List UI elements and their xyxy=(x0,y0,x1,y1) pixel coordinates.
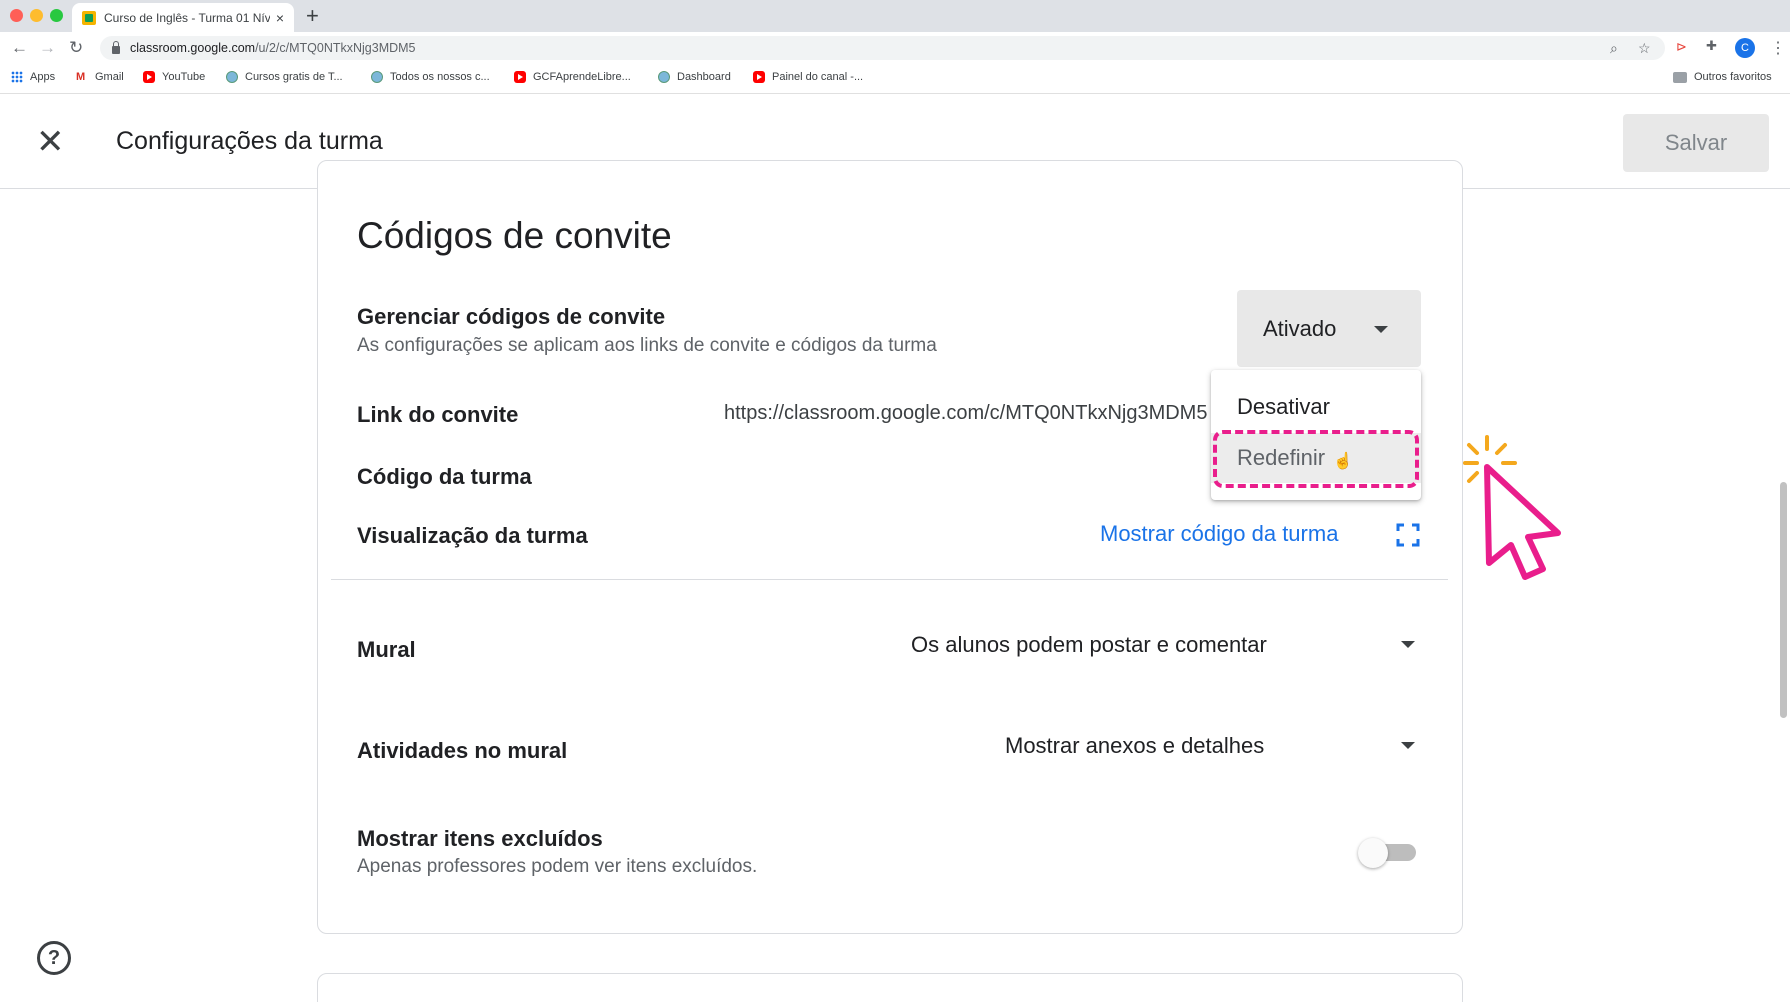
globe-icon xyxy=(371,71,383,83)
activities-label: Atividades no mural xyxy=(357,738,568,763)
forward-button[interactable]: → xyxy=(39,37,56,59)
zoom-icon[interactable]: ⌕ xyxy=(1610,40,1618,57)
bookmark-dashboard[interactable]: Dashboard xyxy=(658,71,731,83)
youtube-icon xyxy=(753,71,765,83)
manage-codes-label: Gerenciar códigos de convite xyxy=(357,304,666,329)
hand-pointer-icon: ☝ xyxy=(1333,453,1353,470)
bookmark-gmail[interactable]: M Gmail xyxy=(76,71,124,83)
deleted-items-label: Mostrar itens excluídos xyxy=(357,826,603,851)
section-title-invite-codes: Códigos de convite xyxy=(357,215,672,256)
browser-toolbar: ← → ↻ classroom.google.com/u/2/c/MTQ0NTk… xyxy=(0,32,1790,64)
activities-select[interactable]: Mostrar anexos e detalhes xyxy=(1005,733,1264,759)
bookmark-youtube[interactable]: YouTube xyxy=(143,71,205,83)
cursor-arrow-icon xyxy=(1463,435,1561,580)
globe-icon xyxy=(226,71,238,83)
deleted-items-toggle[interactable] xyxy=(1358,838,1422,868)
apps-grid-icon xyxy=(11,71,23,83)
fullscreen-icon[interactable] xyxy=(1396,523,1420,547)
toggle-thumb xyxy=(1358,838,1388,868)
browser-tab-bar: Curso de Inglês - Turma 01 Nív × + xyxy=(0,0,1790,32)
new-tab-button[interactable]: + xyxy=(306,3,319,29)
chevron-down-icon[interactable] xyxy=(1401,742,1415,749)
bookmark-painel-canal[interactable]: Painel do canal -... xyxy=(753,71,863,83)
window-close-button[interactable] xyxy=(10,9,23,22)
back-button[interactable]: ← xyxy=(11,37,28,59)
bookmark-cursos-gratis[interactable]: Cursos gratis de T... xyxy=(226,71,343,83)
browser-tab-active[interactable]: Curso de Inglês - Turma 01 Nív × xyxy=(72,3,294,32)
chevron-down-icon[interactable] xyxy=(1401,641,1415,648)
bookmark-apps[interactable]: Apps xyxy=(11,71,55,83)
section-divider xyxy=(331,579,1448,580)
show-class-code-link[interactable]: Mostrar código da turma xyxy=(1100,521,1338,547)
globe-icon xyxy=(658,71,670,83)
help-icon[interactable]: ? xyxy=(37,941,71,975)
class-preview-label: Visualização da turma xyxy=(357,523,588,548)
close-icon[interactable]: ✕ xyxy=(36,125,65,159)
youtube-icon xyxy=(143,71,155,83)
bookmark-todos-cursos[interactable]: Todos os nossos c... xyxy=(371,71,490,83)
invite-link-label: Link do convite xyxy=(357,402,519,427)
bookmarks-bar: Apps M Gmail YouTube Cursos gratis de T..… xyxy=(0,64,1790,94)
youtube-icon xyxy=(514,71,526,83)
mural-select[interactable]: Os alunos podem postar e comentar xyxy=(911,632,1267,658)
bookmark-star-icon[interactable]: ☆ xyxy=(1638,40,1651,57)
window-minimize-button[interactable] xyxy=(30,9,43,22)
browser-menu-icon[interactable]: ⋮ xyxy=(1770,38,1786,58)
class-code-label: Código da turma xyxy=(357,464,532,489)
chevron-down-icon xyxy=(1374,326,1388,333)
address-bar[interactable]: classroom.google.com/u/2/c/MTQ0NTkxNjg3M… xyxy=(100,36,1665,60)
folder-icon xyxy=(1673,71,1687,83)
mural-label: Mural xyxy=(357,637,416,662)
reload-button[interactable]: ↻ xyxy=(69,37,83,59)
invite-status-select[interactable]: Ativado xyxy=(1237,290,1421,367)
classroom-favicon-icon xyxy=(82,10,96,25)
menu-item-desativar[interactable]: Desativar xyxy=(1211,382,1421,432)
tab-close-icon[interactable]: × xyxy=(276,10,284,26)
scrollbar-thumb[interactable] xyxy=(1780,482,1787,718)
window-zoom-button[interactable] xyxy=(50,9,63,22)
manage-codes-description: As configurações se aplicam aos links de… xyxy=(357,335,937,356)
page-title: Configurações da turma xyxy=(116,127,383,155)
url-text: classroom.google.com/u/2/c/MTQ0NTkxNjg3M… xyxy=(130,41,416,55)
profile-avatar[interactable]: C xyxy=(1735,38,1755,58)
invite-status-menu: Desativar Redefinir xyxy=(1211,370,1421,500)
deleted-items-description: Apenas professores podem ver itens exclu… xyxy=(357,856,758,877)
lock-icon xyxy=(112,41,120,54)
bookmark-outros-favoritos[interactable]: Outros favoritos xyxy=(1673,71,1772,83)
extension-screencast-icon[interactable]: ⊳ xyxy=(1676,39,1687,55)
save-button[interactable]: Salvar xyxy=(1623,114,1769,172)
gmail-icon: M xyxy=(76,71,86,83)
next-settings-card xyxy=(317,973,1463,1002)
tab-title: Curso de Inglês - Turma 01 Nív xyxy=(104,10,270,25)
extensions-puzzle-icon[interactable]: ✚ xyxy=(1706,38,1717,54)
invite-link-value: https://classroom.google.com/c/MTQ0NTkxN… xyxy=(724,402,1208,424)
invite-status-value: Ativado xyxy=(1263,315,1337,341)
menu-item-redefinir[interactable]: Redefinir xyxy=(1211,433,1421,483)
bookmark-gcfaprendelibre[interactable]: GCFAprendeLibre... xyxy=(514,71,631,83)
